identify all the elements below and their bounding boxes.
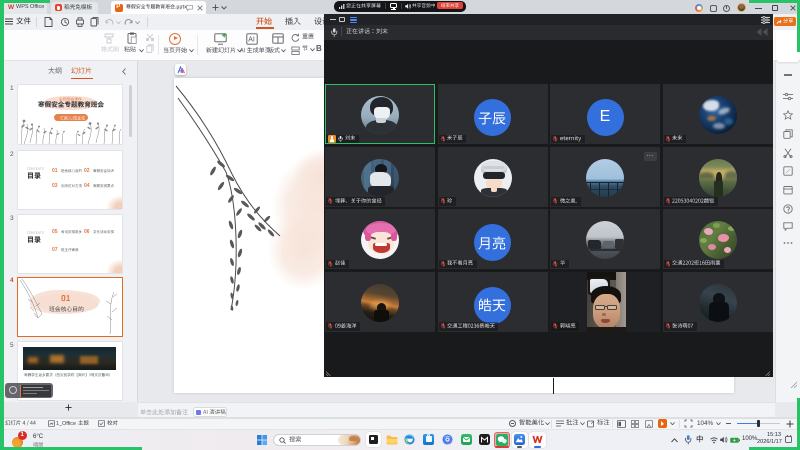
svg-text:AI: AI <box>248 36 255 43</box>
